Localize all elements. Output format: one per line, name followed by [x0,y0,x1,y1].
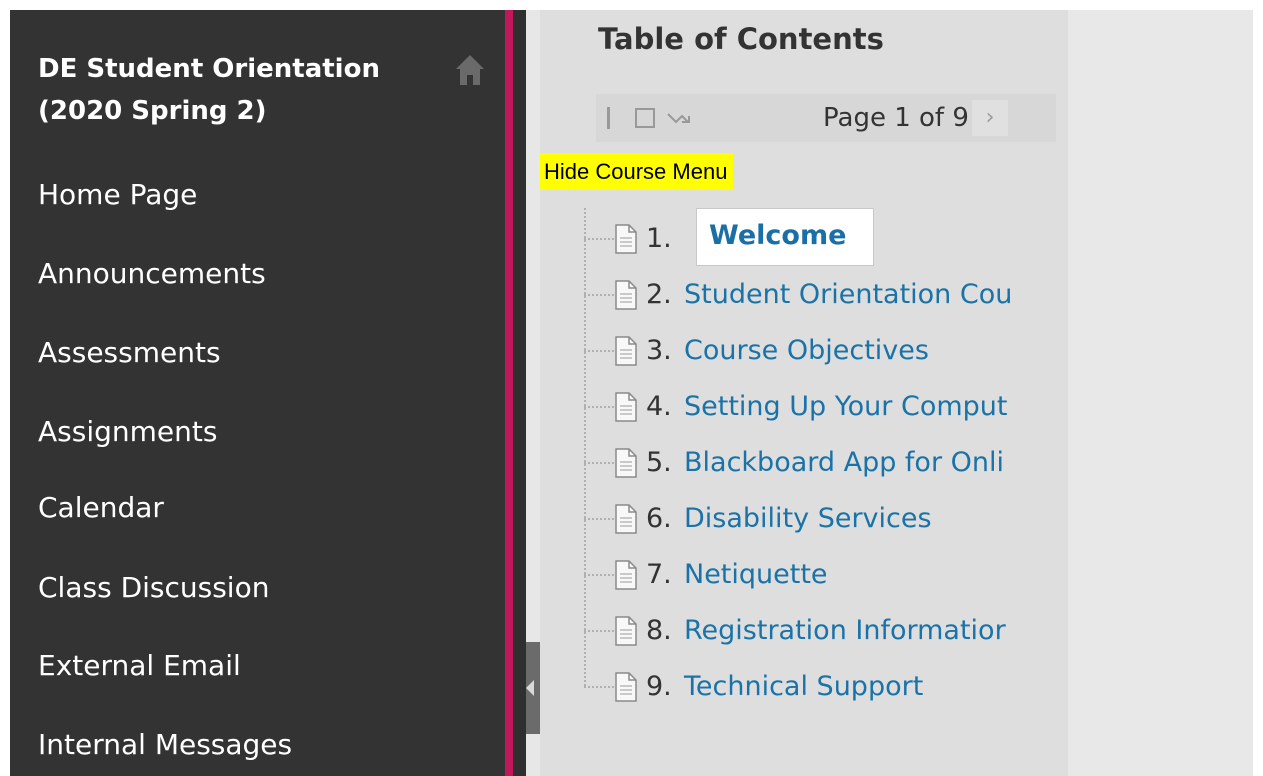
toc-toolbar: Page 1 of 9 › [596,94,1056,142]
toc-link[interactable]: Technical Support [684,668,923,706]
toc-item[interactable]: 2. Student Orientation Cou [584,276,1064,314]
sidebar-item-class-discussion[interactable]: Class Discussion [38,571,269,605]
tree-branch [584,294,614,296]
toc-item[interactable]: 5. Blackboard App for Onli [584,444,1064,482]
tree-branch [584,518,614,520]
menu-edge [513,10,526,776]
document-icon [615,336,637,366]
item-number: 5. [646,447,672,478]
current-item-highlight[interactable]: Welcome [696,208,874,266]
chevron-left-icon [526,680,534,696]
page-indicator: Page 1 of 9 [823,103,969,133]
document-icon [615,616,637,646]
hide-course-menu-tooltip: Hide Course Menu [540,153,734,190]
item-number: 7. [646,559,672,590]
cursor-icon[interactable] [602,94,616,142]
sidebar-item-external-email[interactable]: External Email [38,649,241,683]
document-icon [615,280,637,310]
document-icon [615,448,637,478]
toc-link[interactable]: Disability Services [684,500,932,538]
document-icon [615,224,637,254]
toc-item[interactable]: 4. Setting Up Your Comput [584,388,1064,426]
toc-link[interactable]: Netiquette [684,556,828,594]
tree-branch [584,350,614,352]
toc-link[interactable]: Setting Up Your Comput [684,388,1007,426]
toc-item[interactable]: 8. Registration Informatior [584,612,1064,650]
toc-link[interactable]: Course Objectives [684,332,929,370]
menu-accent-border [505,10,513,776]
tree-branch [584,686,614,688]
toc-link[interactable]: Registration Informatior [684,612,1006,650]
toc-link[interactable]: Student Orientation Cou [684,276,1012,314]
toc-item[interactable]: 3. Course Objectives [584,332,1064,370]
toc-title: Table of Contents [598,22,884,56]
table-of-contents-panel: Table of Contents Page 1 of 9 › Hide Cou… [540,10,1068,776]
sidebar-item-calendar[interactable]: Calendar [38,491,164,525]
sidebar-item-announcements[interactable]: Announcements [38,257,266,291]
item-number: 1. [646,223,672,254]
item-number: 8. [646,615,672,646]
expand-arrow-icon[interactable] [664,94,694,142]
course-title-line1: DE Student Orientation [38,54,380,84]
item-number: 9. [646,671,672,702]
toc-item[interactable]: 6. Disability Services [584,500,1064,538]
item-number: 3. [646,335,672,366]
document-icon [615,560,637,590]
sidebar-item-assessments[interactable]: Assessments [38,336,221,370]
tree-branch [584,238,614,240]
course-menu: DE Student Orientation (2020 Spring 2) H… [10,10,505,776]
toc-item[interactable]: 9. Technical Support [584,668,1064,706]
tree-branch [584,462,614,464]
sidebar-item-home-page[interactable]: Home Page [38,178,197,212]
course-title-line2: (2020 Spring 2) [38,96,267,126]
sidebar-item-internal-messages[interactable]: Internal Messages [38,728,292,762]
document-icon [615,392,637,422]
tree-branch [584,574,614,576]
item-number: 6. [646,503,672,534]
sidebar-item-assignments[interactable]: Assignments [38,415,217,449]
course-title[interactable]: DE Student Orientation (2020 Spring 2) [38,48,418,132]
tree-branch [584,406,614,408]
document-icon [615,672,637,702]
item-number: 2. [646,279,672,310]
content-area [1068,10,1253,776]
toc-item[interactable]: 7. Netiquette [584,556,1064,594]
document-icon [615,504,637,534]
chevron-right-icon[interactable]: › [972,100,1008,136]
toc-link[interactable]: Blackboard App for Onli [684,444,1004,482]
item-number: 4. [646,391,672,422]
home-icon[interactable] [453,52,487,88]
tree-branch [584,630,614,632]
checkbox-icon[interactable] [632,94,658,142]
collapse-menu-handle[interactable] [526,642,540,734]
toc-link-welcome[interactable]: Welcome [709,217,846,255]
